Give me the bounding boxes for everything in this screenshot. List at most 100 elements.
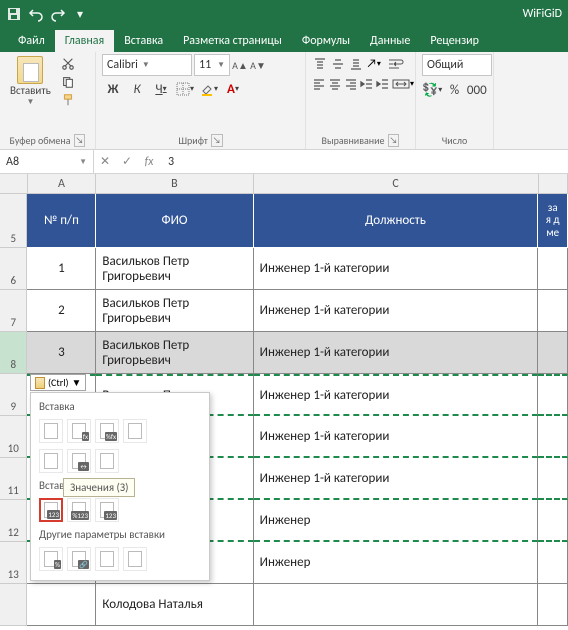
wrap-text-icon[interactable] [384,54,409,74]
row-header[interactable]: 5 [0,194,27,248]
align-left-icon[interactable] [312,74,326,94]
comma-format-icon[interactable]: 000 [467,79,487,101]
italic-button[interactable]: К [126,78,148,100]
font-launcher-icon[interactable]: ↘ [211,134,223,147]
cell[interactable]: Должность [254,194,539,248]
merge-center-icon[interactable]: ▾ [392,74,414,94]
tab-home[interactable]: Главная [55,30,114,52]
cell[interactable]: за я д ме [538,194,568,248]
redo-icon[interactable] [50,6,66,22]
paste-linked-pic-icon[interactable] [123,547,147,571]
paste-keep-width-icon[interactable]: ↔ [67,449,91,473]
cell[interactable]: № п/п [27,194,96,248]
borders-button[interactable]: ▾ [174,78,196,100]
tab-layout[interactable]: Разметка страницы [173,30,292,52]
cell[interactable]: Васильков Петр Григорьевич [96,290,253,332]
alignment-launcher-icon[interactable]: ↘ [388,134,400,147]
row-header[interactable]: 10 [0,416,27,458]
cell[interactable]: Инженер 1-й категории [254,374,539,416]
row-header[interactable]: 13 [0,542,27,584]
row-header[interactable]: 9 [0,374,27,416]
increase-font-icon[interactable]: A▲ [232,54,248,76]
tab-formulas[interactable]: Формулы [292,30,360,52]
col-header-a[interactable]: A [28,174,97,193]
cell[interactable] [27,584,96,626]
number-format-combo[interactable]: Общий [422,54,492,76]
cell[interactable] [538,374,568,416]
cell[interactable] [254,584,539,626]
row-header[interactable]: 11 [0,458,27,500]
underline-button[interactable]: Ч ▾ [150,78,172,100]
cell[interactable]: 1 [27,248,96,290]
font-color-button[interactable]: A▾ [222,78,244,100]
decrease-indent-icon[interactable] [360,74,374,94]
cell[interactable]: 3 [27,332,96,374]
copy-icon[interactable] [59,74,77,90]
percent-format-icon[interactable]: % [444,79,464,101]
col-header-c[interactable]: C [254,174,539,193]
clipboard-launcher-icon[interactable]: ↘ [74,134,86,147]
name-box[interactable]: A8▼ [0,150,94,173]
paste-no-borders-icon[interactable] [39,449,63,473]
cell[interactable] [538,542,568,584]
tab-insert[interactable]: Вставка [114,30,173,52]
row-header[interactable]: 12 [0,500,27,542]
row-header[interactable]: 8 [0,332,27,374]
cell[interactable] [538,458,568,500]
paste-keep-borders-icon[interactable] [123,419,147,443]
font-size-combo[interactable]: 11▼ [194,54,230,76]
paste-button[interactable]: Вставить ▼ [6,54,55,109]
cut-icon[interactable] [59,56,77,72]
align-bottom-icon[interactable] [348,54,364,74]
paste-values-num-icon[interactable]: %123 [67,498,91,522]
cell[interactable]: ФИО [96,194,253,248]
paste-formulas-icon[interactable]: fx [67,419,91,443]
paste-picture-icon[interactable] [95,547,119,571]
col-header-b[interactable]: B [96,174,253,193]
col-header-d[interactable] [539,174,568,193]
cell[interactable]: Колодова Наталья [96,584,253,626]
increase-indent-icon[interactable] [376,74,390,94]
fill-color-button[interactable]: ▾ [198,78,220,100]
cell[interactable]: Инженер [254,500,539,542]
paste-link-icon[interactable]: 🔗 [67,547,91,571]
qat-dropdown-icon[interactable]: ▾ [72,6,88,22]
cell[interactable]: Васильков Петр Григорьевич [96,248,253,290]
accounting-format-icon[interactable]: 💱▾ [422,79,442,101]
format-painter-icon[interactable] [59,92,77,108]
align-center-icon[interactable] [328,74,342,94]
paste-values-src-icon[interactable]: 123 [95,498,119,522]
cell[interactable] [538,332,568,374]
align-right-icon[interactable] [344,74,358,94]
row-header[interactable]: 7 [0,290,27,332]
paste-values-icon[interactable]: 123 [39,498,63,522]
formula-input[interactable]: 3 [160,155,568,169]
row-header[interactable] [0,584,27,626]
cell[interactable]: Васильков Петр Григорьевич [96,332,253,374]
paste-all-icon[interactable] [39,419,63,443]
fx-icon[interactable]: fx [138,155,160,169]
undo-icon[interactable] [28,6,44,22]
font-name-combo[interactable]: Calibri▼ [102,54,192,76]
cell[interactable] [538,584,568,626]
cell[interactable] [538,500,568,542]
select-all-corner[interactable] [0,174,28,193]
cell[interactable]: Инженер 1-й категории [254,332,539,374]
decrease-font-icon[interactable]: A▼ [250,54,266,76]
cell[interactable]: 2 [27,290,96,332]
cancel-formula-icon[interactable]: ✕ [94,154,116,169]
cell[interactable]: Инженер 1-й категории [254,416,539,458]
paste-formatting-icon[interactable]: % [39,547,63,571]
bold-button[interactable]: Ж [102,78,124,100]
align-middle-icon[interactable] [330,54,346,74]
cell[interactable]: Инженер [254,542,539,584]
orientation-icon[interactable]: ↗▾ [366,54,382,74]
tab-file[interactable]: Файл [8,30,55,52]
cell[interactable] [538,248,568,290]
enter-formula-icon[interactable]: ✓ [116,154,138,169]
paste-options-badge[interactable]: (Ctrl) ▼ [30,374,86,391]
tab-data[interactable]: Данные [360,30,420,52]
paste-formulas-num-icon[interactable]: %fx [95,419,119,443]
cell[interactable] [538,290,568,332]
cell[interactable]: Инженер 1-й категории [254,458,539,500]
